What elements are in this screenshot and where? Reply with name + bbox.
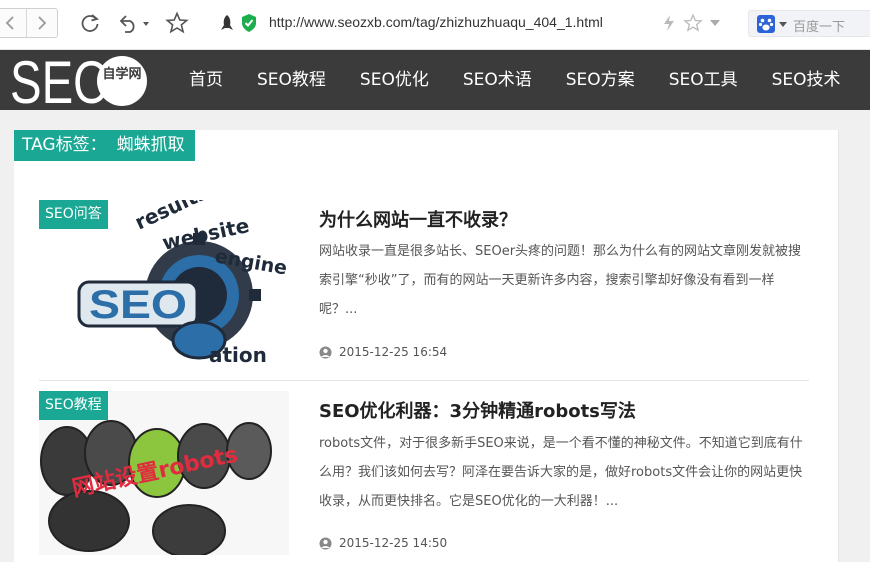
- article-date: 2015-12-25 16:54: [339, 345, 448, 359]
- secure-indicator[interactable]: [238, 10, 260, 36]
- bookmark-button[interactable]: [682, 10, 704, 36]
- engine-dropdown-icon: [779, 22, 787, 27]
- nav-seo-tutorial[interactable]: SEO教程: [240, 50, 343, 110]
- undo-icon: [119, 15, 149, 33]
- logo-text: SEO: [10, 53, 110, 109]
- nav-seo-tech[interactable]: SEO技术: [755, 50, 858, 110]
- article-meta: 2015-12-25 14:50: [319, 536, 447, 550]
- article-title[interactable]: SEO优化利器：3分钟精通robots写法: [319, 397, 636, 423]
- lightning-icon: [664, 15, 674, 31]
- tag-keyword: 蜘蛛抓取: [116, 135, 185, 155]
- nav-home[interactable]: 首页: [172, 50, 240, 110]
- browser-toolbar: http://www.seozxb.com/tag/zhizhuzhuaqu_4…: [0, 0, 870, 50]
- search-box[interactable]: 百度一下: [748, 10, 870, 37]
- article-date: 2015-12-25 14:50: [339, 536, 448, 550]
- logo-badge-text: 自学网: [102, 66, 141, 82]
- article-item: 网站设置robots SEO教程 SEO优化利器：3分钟精通robots写法 r…: [39, 391, 809, 562]
- address-bar-url[interactable]: http://www.seozxb.com/tag/zhizhuzhuaqu_4…: [269, 14, 603, 30]
- back-forward-group: [0, 8, 58, 38]
- baidu-paw-icon: [757, 15, 775, 33]
- category-badge[interactable]: SEO教程: [39, 391, 108, 420]
- favorite-button[interactable]: [164, 10, 190, 36]
- nav-seo-terms[interactable]: SEO术语: [446, 50, 549, 110]
- nav-seo-optimization[interactable]: SEO优化: [343, 50, 446, 110]
- rocket-icon: [221, 15, 233, 30]
- search-placeholder: 百度一下: [793, 20, 846, 35]
- article-divider: [39, 380, 809, 381]
- clock-icon: [319, 537, 332, 549]
- article-item: results website engine SEO ation SEO问答 为…: [39, 200, 809, 370]
- chevron-right-icon: [38, 16, 47, 30]
- tag-title: TAG标签： 蜘蛛抓取: [14, 130, 195, 161]
- undo-button[interactable]: [116, 10, 152, 36]
- article-summary: 网站收录一直是很多站长、SEOer头疼的问题！那么为什么有的网站文章刚发就被搜索…: [319, 244, 802, 317]
- site-header: SEO 自学网 首页 SEO教程 SEO优化 SEO术语 SEO方案 SEO工具…: [0, 50, 870, 110]
- forward-button[interactable]: [25, 9, 58, 37]
- star-outline-icon: [683, 13, 703, 32]
- chevron-left-icon: [5, 16, 14, 30]
- image-text-ation: ation: [209, 343, 267, 364]
- speed-mode-button[interactable]: [660, 10, 678, 36]
- category-badge[interactable]: SEO问答: [39, 200, 108, 229]
- reload-icon: [81, 14, 99, 32]
- article-summary: robots文件，对于很多新手SEO来说，是一个看不懂的神秘文件。不知道它到底有…: [319, 436, 803, 509]
- article-meta: 2015-12-25 16:54: [319, 345, 447, 359]
- url-dropdown-button[interactable]: [706, 10, 724, 36]
- article-title[interactable]: 为什么网站一直不收录？: [319, 206, 517, 232]
- nav-seo-tools[interactable]: SEO工具: [652, 50, 755, 110]
- site-info-button[interactable]: [216, 10, 238, 36]
- caret-down-icon: [710, 20, 720, 26]
- back-button[interactable]: [0, 9, 26, 37]
- clock-icon: [319, 346, 332, 358]
- nav-seo-plans[interactable]: SEO方案: [549, 50, 652, 110]
- image-text-seo: SEO: [89, 283, 187, 327]
- main-nav: 首页 SEO教程 SEO优化 SEO术语 SEO方案 SEO工具 SEO技术: [172, 50, 858, 110]
- star-icon: [165, 11, 189, 34]
- shield-check-icon: [242, 14, 256, 32]
- site-logo[interactable]: SEO 自学网: [10, 53, 155, 109]
- tag-prefix: TAG标签：: [22, 135, 107, 155]
- reload-button[interactable]: [78, 10, 102, 36]
